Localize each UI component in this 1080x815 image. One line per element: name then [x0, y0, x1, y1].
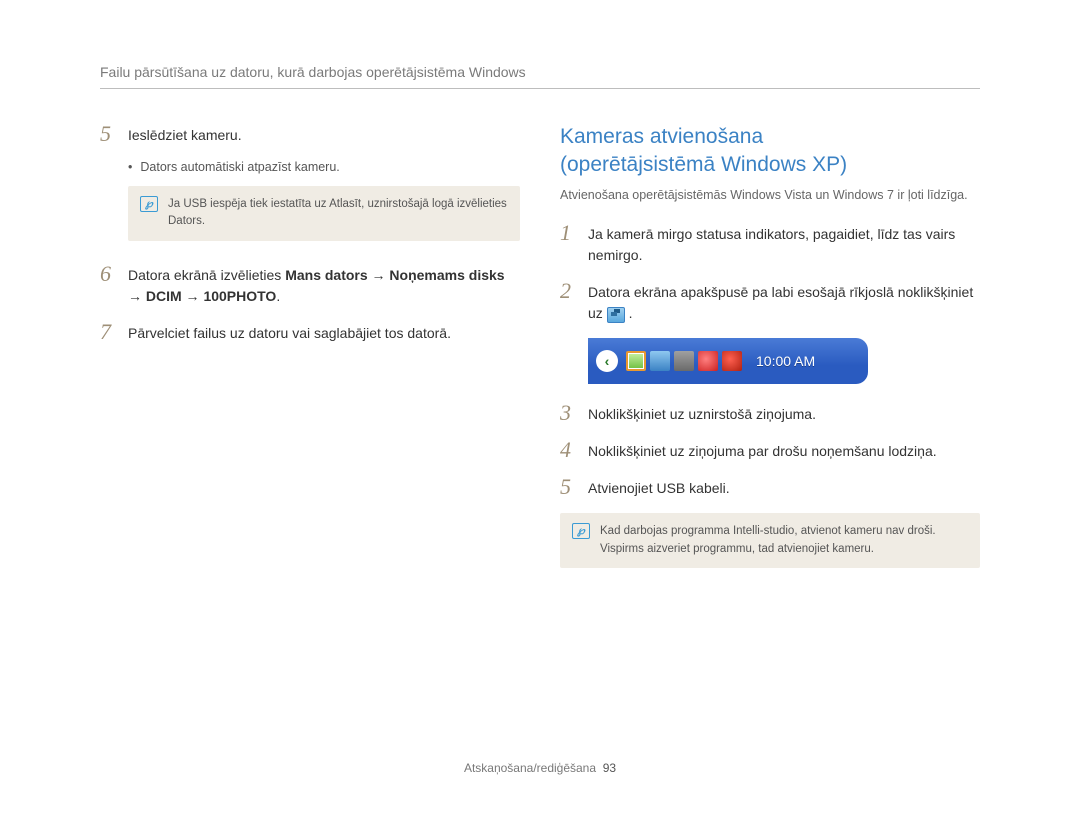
left-column: 5 Ieslēdziet kameru. • Dators automātisk… [100, 123, 520, 590]
step-6: 6 Datora ekrānā izvēlieties Mans dators … [100, 263, 520, 307]
step-number: 7 [100, 321, 118, 344]
bullet-item: • Dators automātiski atpazīst kameru. [128, 160, 520, 174]
tray-icon [650, 351, 670, 371]
tray-icon [722, 351, 742, 371]
right-column: Kameras atvienošana (operētājsistēmā Win… [560, 123, 980, 590]
step-text: Datora ekrānā izvēlieties Mans dators → … [128, 263, 520, 307]
step-number: 5 [560, 476, 578, 499]
step-1: 1 Ja kamerā mirgo statusa indikators, pa… [560, 222, 980, 266]
safely-remove-hardware-tray-icon [626, 351, 646, 371]
step-2: 2 Datora ekrāna apakšpusē pa labi esošaj… [560, 280, 980, 324]
step-number: 5 [100, 123, 118, 146]
step-5: 5 Ieslēdziet kameru. [100, 123, 520, 146]
step-number: 1 [560, 222, 578, 266]
step-number: 3 [560, 402, 578, 425]
step-text: Noklikšķiniet uz uznirstošā ziņojuma. [588, 402, 816, 425]
tray-icon [674, 351, 694, 371]
windows-xp-taskbar-screenshot: ‹ 10:00 AM [588, 338, 868, 384]
note-text: Kad darbojas programma Intelli-studio, a… [600, 523, 968, 558]
step-text: Ieslēdziet kameru. [128, 123, 242, 146]
note-icon: ℘ [572, 523, 590, 539]
step-text: Atvienojiet USB kabeli. [588, 476, 730, 499]
two-column-layout: 5 Ieslēdziet kameru. • Dators automātisk… [100, 123, 980, 590]
bullet-text: Dators automātiski atpazīst kameru. [140, 160, 339, 174]
bullet-dot: • [128, 160, 132, 174]
document-page: Failu pārsūtīšana uz datoru, kurā darboj… [0, 0, 1080, 590]
safely-remove-hardware-icon [607, 307, 625, 323]
step-3: 3 Noklikšķiniet uz uznirstošā ziņojuma. [560, 402, 980, 425]
page-header-title: Failu pārsūtīšana uz datoru, kurā darboj… [100, 64, 980, 89]
step-4: 4 Noklikšķiniet uz ziņojuma par drošu no… [560, 439, 980, 462]
note-box-usb: ℘ Ja USB iespēja tiek iestatīta uz Atlas… [128, 186, 520, 241]
footer-section: Atskaņošana/rediģēšana [464, 761, 596, 775]
step-5-right: 5 Atvienojiet USB kabeli. [560, 476, 980, 499]
note-icon: ℘ [140, 196, 158, 212]
tray-icon [698, 351, 718, 371]
page-footer: Atskaņošana/rediģēšana 93 [0, 761, 1080, 775]
step-text: Datora ekrāna apakšpusē pa labi esošajā … [588, 280, 980, 324]
step-text: Pārvelciet failus uz datoru vai saglabāj… [128, 321, 451, 344]
taskbar-expand-icon: ‹ [596, 350, 618, 372]
step-number: 2 [560, 280, 578, 324]
section-intro: Atvienošana operētājsistēmās Windows Vis… [560, 186, 980, 205]
step-number: 6 [100, 263, 118, 307]
step-number: 4 [560, 439, 578, 462]
step-7: 7 Pārvelciet failus uz datoru vai saglab… [100, 321, 520, 344]
step-text: Noklikšķiniet uz ziņojuma par drošu noņe… [588, 439, 937, 462]
note-text: Ja USB iespēja tiek iestatīta uz Atlasīt… [168, 196, 508, 231]
taskbar-clock: 10:00 AM [756, 353, 815, 369]
step-text: Ja kamerā mirgo statusa indikators, paga… [588, 222, 980, 266]
section-title: Kameras atvienošana (operētājsistēmā Win… [560, 123, 980, 180]
note-box-intelli-studio: ℘ Kad darbojas programma Intelli-studio,… [560, 513, 980, 568]
page-number: 93 [603, 761, 616, 775]
